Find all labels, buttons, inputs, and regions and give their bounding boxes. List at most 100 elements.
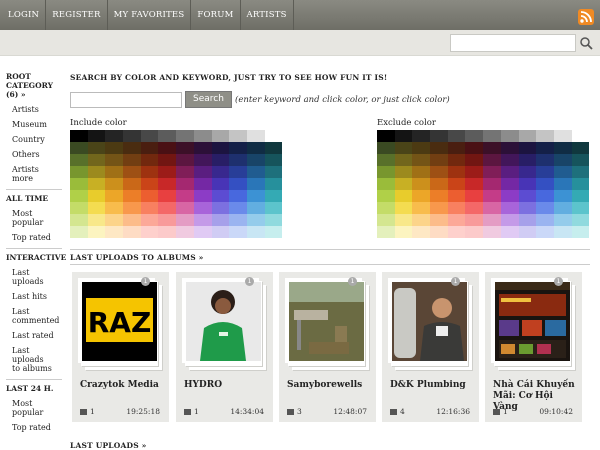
color-swatch[interactable] <box>394 154 413 166</box>
color-swatch[interactable] <box>123 190 141 202</box>
color-swatch[interactable] <box>229 142 247 154</box>
color-swatch[interactable] <box>430 178 448 190</box>
color-swatch[interactable] <box>430 154 448 166</box>
color-swatch[interactable] <box>447 142 466 154</box>
color-swatch[interactable] <box>412 178 431 190</box>
color-swatch[interactable] <box>571 178 590 190</box>
color-swatch[interactable] <box>571 202 590 214</box>
color-swatch[interactable] <box>211 130 230 142</box>
color-swatch[interactable] <box>105 166 124 178</box>
sidebar-item-last-uploads[interactable]: Last uploads <box>12 268 46 286</box>
color-swatch[interactable] <box>211 226 230 238</box>
color-swatch[interactable] <box>229 166 247 178</box>
color-swatch[interactable] <box>500 226 519 238</box>
color-swatch[interactable] <box>264 202 283 214</box>
color-swatch[interactable] <box>465 178 484 190</box>
sidebar-item-top-rated[interactable]: Top rated <box>12 233 62 242</box>
color-swatch[interactable] <box>193 142 212 154</box>
color-swatch[interactable] <box>394 202 413 214</box>
color-swatch[interactable] <box>70 178 88 190</box>
color-swatch[interactable] <box>518 166 537 178</box>
color-swatch[interactable] <box>229 178 247 190</box>
color-swatch[interactable] <box>158 202 177 214</box>
nav-artists[interactable]: ARTISTS <box>241 0 294 30</box>
color-swatch[interactable] <box>377 202 395 214</box>
color-swatch[interactable] <box>193 226 212 238</box>
last-uploads-heading[interactable]: LAST UPLOADS » <box>70 441 147 450</box>
color-swatch[interactable] <box>465 130 484 142</box>
color-swatch[interactable] <box>553 130 572 142</box>
color-swatch[interactable] <box>483 142 501 154</box>
color-swatch[interactable] <box>176 190 194 202</box>
color-swatch[interactable] <box>211 178 230 190</box>
color-swatch[interactable] <box>536 130 554 142</box>
color-swatch[interactable] <box>211 214 230 226</box>
color-swatch[interactable] <box>87 166 106 178</box>
sidebar-item-last-hits[interactable]: Last hits <box>12 292 62 301</box>
color-swatch[interactable] <box>483 190 501 202</box>
color-swatch[interactable] <box>500 178 519 190</box>
root-category-link[interactable]: ROOT CATEGORY (6) » <box>6 72 53 99</box>
color-swatch[interactable] <box>500 130 519 142</box>
color-swatch[interactable] <box>193 202 212 214</box>
sidebar-item-country[interactable]: Country <box>12 135 62 144</box>
color-swatch[interactable] <box>377 130 395 142</box>
color-swatch[interactable] <box>229 190 247 202</box>
color-swatch[interactable] <box>176 214 194 226</box>
color-swatch[interactable] <box>553 190 572 202</box>
color-swatch[interactable] <box>518 154 537 166</box>
color-swatch[interactable] <box>447 130 466 142</box>
color-swatch[interactable] <box>193 214 212 226</box>
color-swatch[interactable] <box>571 190 590 202</box>
color-swatch[interactable] <box>158 154 177 166</box>
color-swatch[interactable] <box>70 190 88 202</box>
color-swatch[interactable] <box>394 190 413 202</box>
color-swatch[interactable] <box>571 166 590 178</box>
color-swatch[interactable] <box>571 130 590 142</box>
color-swatch[interactable] <box>412 190 431 202</box>
sidebar-item-last-rated[interactable]: Last rated <box>12 331 62 340</box>
color-swatch[interactable] <box>377 190 395 202</box>
thumbnail[interactable] <box>182 278 261 363</box>
thumbnail[interactable]: RAZ <box>78 278 157 363</box>
color-swatch[interactable] <box>176 130 194 142</box>
color-swatch[interactable] <box>140 214 159 226</box>
color-swatch[interactable] <box>176 154 194 166</box>
color-swatch[interactable] <box>264 214 283 226</box>
color-swatch[interactable] <box>87 226 106 238</box>
color-swatch[interactable] <box>105 154 124 166</box>
color-swatch[interactable] <box>536 214 554 226</box>
color-swatch[interactable] <box>105 142 124 154</box>
color-swatch[interactable] <box>140 202 159 214</box>
thumbnail[interactable] <box>388 278 467 363</box>
color-swatch[interactable] <box>500 214 519 226</box>
color-swatch[interactable] <box>105 190 124 202</box>
color-swatch[interactable] <box>193 178 212 190</box>
album-card[interactable]: 1 Samyborewells 3 12:48:07 <box>279 272 376 422</box>
color-swatch[interactable] <box>553 166 572 178</box>
site-search-input[interactable] <box>450 34 576 52</box>
color-swatch[interactable] <box>500 154 519 166</box>
color-swatch[interactable] <box>553 226 572 238</box>
color-swatch[interactable] <box>70 226 88 238</box>
color-swatch[interactable] <box>447 190 466 202</box>
rss-icon[interactable] <box>578 9 594 25</box>
color-swatch[interactable] <box>483 226 501 238</box>
color-swatch[interactable] <box>553 142 572 154</box>
color-swatch[interactable] <box>70 214 88 226</box>
color-swatch[interactable] <box>123 154 141 166</box>
color-swatch[interactable] <box>447 214 466 226</box>
card-title[interactable]: Samyborewells <box>287 380 373 391</box>
color-swatch[interactable] <box>500 190 519 202</box>
color-swatch[interactable] <box>264 166 283 178</box>
album-card[interactable]: 1 HYDRO 1 14:34:04 <box>176 272 273 422</box>
color-swatch[interactable] <box>140 130 159 142</box>
color-swatch[interactable] <box>105 202 124 214</box>
color-swatch[interactable] <box>465 166 484 178</box>
color-swatch[interactable] <box>229 214 247 226</box>
color-swatch[interactable] <box>412 226 431 238</box>
color-swatch[interactable] <box>158 166 177 178</box>
nav-my-favorites[interactable]: MY FAVORITES <box>108 0 192 30</box>
nav-register[interactable]: REGISTER <box>46 0 108 30</box>
color-swatch[interactable] <box>123 166 141 178</box>
